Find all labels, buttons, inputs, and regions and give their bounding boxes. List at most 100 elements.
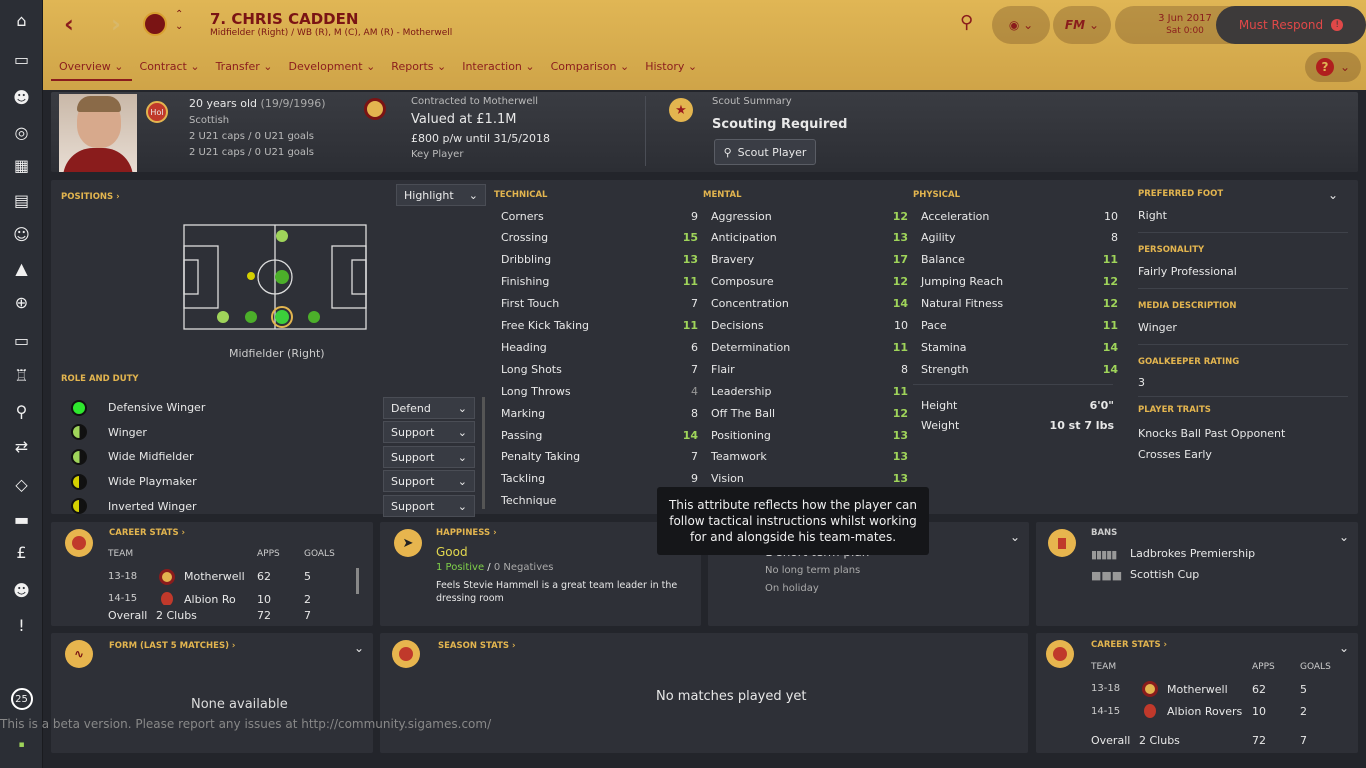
staff-icon[interactable]: ☺ — [0, 219, 43, 249]
squad-icon[interactable]: ☻ — [0, 82, 43, 112]
attribute-row[interactable]: Heading 6 — [501, 336, 698, 358]
season-stats-label[interactable]: SEASON STATS › — [438, 641, 516, 651]
table-row[interactable]: 14-15 Albion Ro 10 2 — [51, 592, 351, 605]
schedule-icon[interactable]: ▭ — [0, 325, 43, 355]
fm-menu-button[interactable]: FM ⌄ — [1053, 6, 1111, 44]
scrollbar[interactable] — [482, 397, 485, 509]
attribute-row[interactable]: Long Throws 4 — [501, 380, 698, 402]
attribute-row[interactable]: Finishing 11 — [501, 271, 698, 293]
attribute-row[interactable]: Free Kick Taking 11 — [501, 315, 698, 337]
attribute-row[interactable]: Corners 9 — [501, 205, 698, 227]
attribute-row[interactable]: Natural Fitness 12 — [921, 293, 1118, 315]
notifications-badge[interactable]: 25 — [0, 684, 43, 714]
club-crest-icon[interactable] — [364, 98, 386, 120]
tab-contract[interactable]: Contract ⌄ — [132, 57, 208, 81]
duty-dropdown[interactable]: Defend ⌄ — [383, 397, 475, 419]
attribute-name: Decisions — [711, 319, 764, 332]
attribute-row[interactable]: Anticipation 13 — [711, 227, 908, 249]
attribute-row[interactable]: Long Shots 7 — [501, 358, 698, 380]
search-icon[interactable]: ⚲ — [960, 12, 973, 33]
chevron-down-icon[interactable]: ⌄ — [1328, 188, 1338, 202]
chevron-down-icon[interactable]: ⌄ — [1339, 641, 1349, 655]
duty-dropdown[interactable]: Support ⌄ — [383, 495, 475, 517]
divider — [1138, 344, 1348, 345]
chevron-down-icon[interactable]: ⌄ — [354, 641, 364, 655]
attribute-row[interactable]: Stamina 14 — [921, 336, 1118, 358]
positions-label[interactable]: POSITIONS › — [61, 192, 120, 202]
home-icon[interactable]: ⌂ — [0, 5, 43, 35]
attribute-value: 12 — [892, 275, 908, 289]
tab-reports[interactable]: Reports ⌄ — [383, 57, 454, 81]
tab-comparison[interactable]: Comparison ⌄ — [543, 57, 638, 81]
forward-icon[interactable]: › — [111, 10, 121, 38]
attribute-row[interactable]: Aggression 12 — [711, 205, 908, 227]
attribute-row[interactable]: Flair 8 — [711, 358, 908, 380]
attribute-row[interactable]: Acceleration 10 — [921, 205, 1118, 227]
role-name[interactable]: Winger — [108, 426, 147, 439]
medical-icon[interactable]: ⊕ — [0, 287, 43, 317]
report-issue-icon[interactable]: ! — [0, 610, 43, 640]
attribute-row[interactable]: Balance 11 — [921, 249, 1118, 271]
form-label[interactable]: FORM (LAST 5 MATCHES) › — [109, 641, 235, 651]
attribute-row[interactable]: Leadership 11 — [711, 380, 908, 402]
attribute-row[interactable]: Teamwork 13 — [711, 446, 908, 468]
happiness-label[interactable]: HAPPINESS › — [436, 528, 497, 538]
role-name[interactable]: Defensive Winger — [108, 401, 205, 414]
role-name[interactable]: Wide Midfielder — [108, 450, 194, 463]
dev-centre-icon[interactable]: £ — [0, 537, 43, 567]
competitions-icon[interactable]: ♖ — [0, 360, 43, 390]
back-icon[interactable]: ‹ — [64, 10, 74, 38]
attribute-row[interactable]: Decisions 10 — [711, 315, 908, 337]
attribute-row[interactable]: Agility 8 — [921, 227, 1118, 249]
highlight-dropdown[interactable]: Highlight ⌄ — [396, 184, 486, 206]
tab-interaction[interactable]: Interaction ⌄ — [454, 57, 542, 81]
attribute-row[interactable]: Off The Ball 12 — [711, 402, 908, 424]
training-icon[interactable]: ▲ — [0, 253, 43, 283]
career-stats-label[interactable]: CAREER STATS › — [109, 528, 185, 538]
club-crest-icon[interactable] — [143, 12, 167, 36]
attribute-row[interactable]: Penalty Taking 7 — [501, 446, 698, 468]
career-stats-label[interactable]: CAREER STATS › — [1091, 640, 1167, 650]
attribute-row[interactable]: Crossing 15 — [501, 227, 698, 249]
finances-icon[interactable]: ▬ — [0, 504, 43, 534]
tab-transfer[interactable]: Transfer ⌄ — [208, 57, 281, 81]
transfers-icon[interactable]: ⇄ — [0, 431, 43, 461]
world-menu-button[interactable]: ◉ ⌄ — [992, 6, 1050, 44]
role-name[interactable]: Inverted Winger — [108, 500, 197, 513]
tab-history[interactable]: History ⌄ — [637, 57, 705, 81]
team-report-icon[interactable]: ▤ — [0, 185, 43, 215]
attribute-row[interactable]: Marking 8 — [501, 402, 698, 424]
duty-dropdown[interactable]: Support ⌄ — [383, 446, 475, 468]
chevron-down-icon[interactable]: ⌄ — [1010, 530, 1020, 544]
tab-overview[interactable]: Overview ⌄ — [51, 57, 132, 81]
help-menu-button[interactable]: ? ⌄ — [1305, 52, 1361, 82]
attribute-row[interactable]: Bravery 17 — [711, 249, 908, 271]
attribute-row[interactable]: Pace 11 — [921, 315, 1118, 337]
dynamics-icon[interactable]: ◎ — [0, 117, 43, 147]
attribute-row[interactable]: Strength 14 — [921, 358, 1118, 380]
role-name[interactable]: Wide Playmaker — [108, 475, 197, 488]
attribute-row[interactable]: Determination 11 — [711, 336, 908, 358]
duty-dropdown[interactable]: Support ⌄ — [383, 421, 475, 443]
attribute-row[interactable]: Concentration 14 — [711, 293, 908, 315]
chevron-down-icon[interactable]: ⌄ — [1339, 530, 1349, 544]
attribute-row[interactable]: Positioning 13 — [711, 424, 908, 446]
player-nav-arrows-icon[interactable]: ⌃ ⌄ — [175, 9, 183, 33]
must-respond-button[interactable]: Must Respond ! — [1216, 6, 1366, 44]
club-vision-icon[interactable]: ◇ — [0, 469, 43, 499]
bans-label: BANS — [1091, 528, 1118, 538]
attribute-row[interactable]: Composure 12 — [711, 271, 908, 293]
attribute-row[interactable]: Passing 14 — [501, 424, 698, 446]
col-header: APPS — [257, 549, 280, 559]
duty-dropdown[interactable]: Support ⌄ — [383, 470, 475, 492]
scouting-icon[interactable]: ⚲ — [0, 396, 43, 426]
scrollbar[interactable] — [356, 568, 359, 594]
attribute-row[interactable]: First Touch 7 — [501, 293, 698, 315]
youth-icon[interactable]: ☻ — [0, 575, 43, 605]
attribute-row[interactable]: Dribbling 13 — [501, 249, 698, 271]
attribute-row[interactable]: Jumping Reach 12 — [921, 271, 1118, 293]
tactics-icon[interactable]: ▦ — [0, 150, 43, 180]
inbox-icon[interactable]: ▭ — [0, 44, 43, 74]
tab-development[interactable]: Development ⌄ — [281, 57, 384, 81]
scout-player-button[interactable]: ⚲ Scout Player — [714, 139, 816, 165]
